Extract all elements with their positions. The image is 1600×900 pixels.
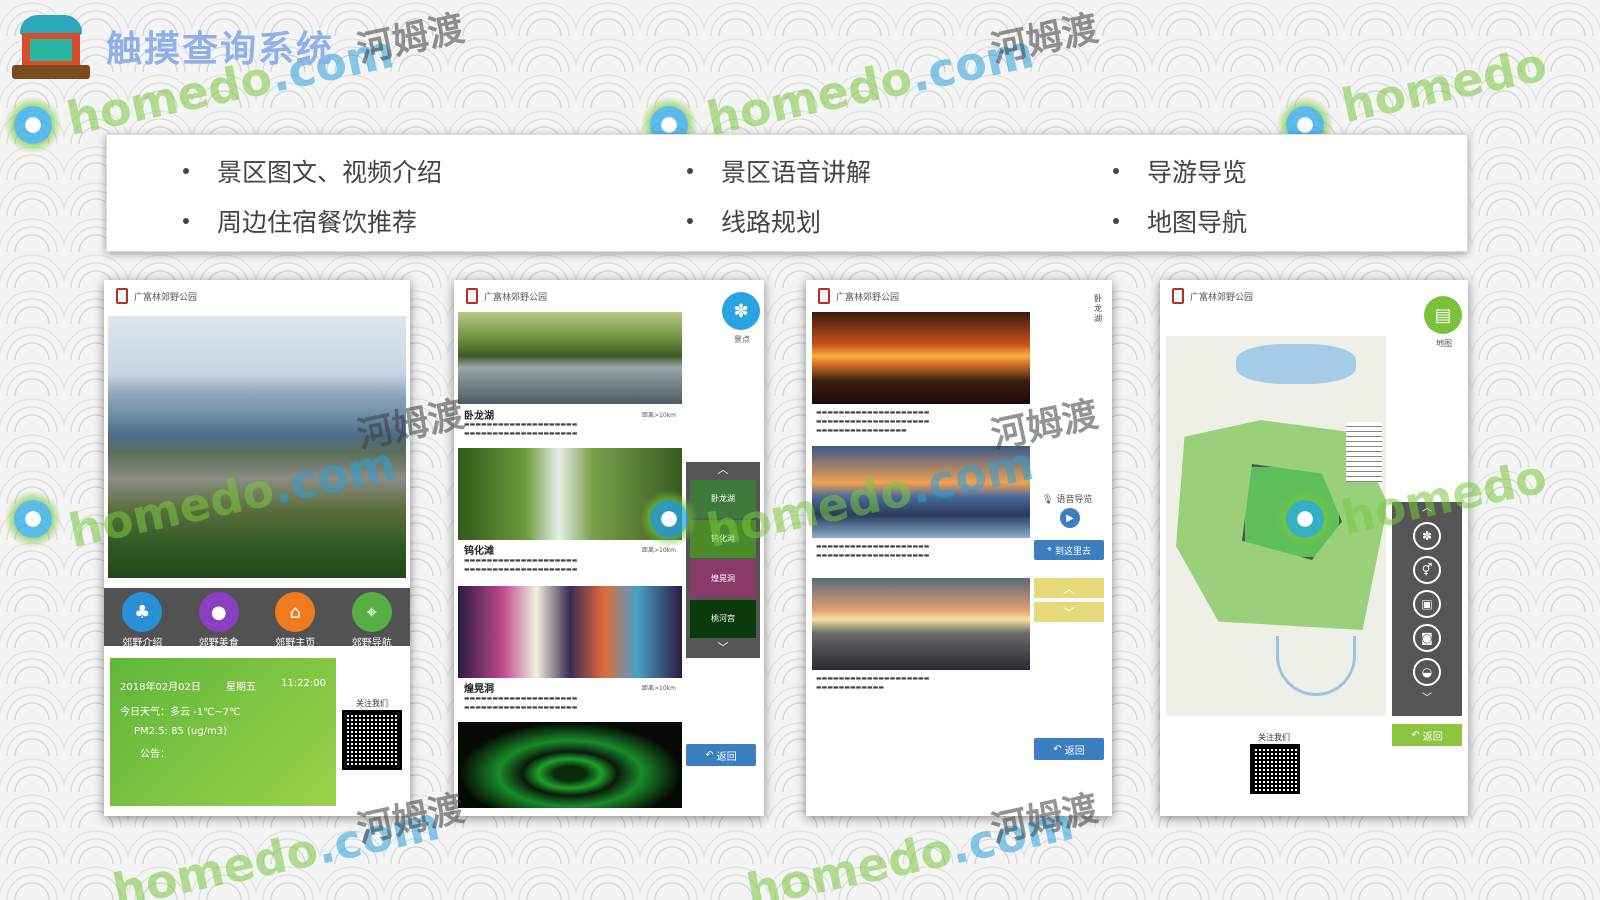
seal-icon (1172, 288, 1184, 304)
park-map[interactable] (1166, 336, 1386, 716)
return-arrow-icon: ↶ (1053, 743, 1065, 755)
chevron-up-icon: ︿ (1062, 581, 1075, 596)
thumb-item[interactable]: 钨化滩 (690, 520, 756, 558)
feature-item: 导游导览 (1113, 153, 1247, 189)
bullet-icon (687, 218, 693, 224)
chevron-down-icon: ﹀ (1062, 605, 1075, 620)
feature-item: 线路规划 (687, 203, 821, 239)
spot-photo-cave[interactable] (458, 586, 682, 678)
hero-photo[interactable] (108, 316, 406, 578)
map-river (1276, 636, 1356, 696)
back-button[interactable]: ↶ 返回 (1392, 724, 1462, 746)
screen-home: 广富林郊野公园 ♣ 郊野介绍 ● 郊野美食 ⌂ 郊野主页 ⌖ 郊野导航 2018年02月… (104, 280, 410, 816)
parking-icon[interactable]: ◙ (1413, 624, 1441, 652)
map-legend (1346, 422, 1382, 482)
app-logo (8, 11, 94, 81)
scenic-spot-icon[interactable]: ✽ (722, 292, 760, 330)
thumb-item[interactable]: 卧龙湖 (690, 480, 756, 518)
restroom-icon[interactable]: ⚥ (1413, 556, 1441, 584)
seal-icon (116, 288, 128, 304)
bullet-icon (183, 218, 189, 224)
park-header: 广富林郊野公园 (1172, 288, 1253, 304)
feature-list: 景区图文、视频介绍 景区语音讲解 导游导览 周边住宿餐饮推荐 线路规划 地图导航 (106, 134, 1468, 252)
feature-item: 周边住宿餐饮推荐 (183, 203, 417, 239)
bullet-icon (1113, 218, 1119, 224)
bullet-icon (687, 168, 693, 174)
chevron-up-icon[interactable]: ︿ (1392, 502, 1462, 516)
park-header: 广富林郊野公园 (818, 288, 899, 304)
audio-photo-dusk[interactable] (812, 578, 1030, 670)
spot-description: ▬▬▬▬▬▬▬▬▬▬▬▬▬▬▬▬▬▬▬▬ ▬▬▬▬▬▬▬▬▬▬▬▬▬▬▬▬▬▬▬▬ (464, 557, 578, 573)
thumb-item[interactable]: 桃河宫 (690, 600, 756, 638)
spot-scroller: ︿ 卧龙湖 钨化滩 煌晃洞 桃河宫 ﹀ (686, 462, 760, 658)
spot-description: ▬▬▬▬▬▬▬▬▬▬▬▬▬▬▬▬▬▬▬▬ ▬▬▬▬▬▬▬▬▬▬▬▬▬▬▬▬▬▬▬▬ (464, 421, 578, 437)
nav-food[interactable]: ● 郊野美食 (184, 592, 254, 649)
watermark-cn: 河姆渡 (353, 8, 468, 71)
park-header: 广富林郊野公园 (466, 288, 547, 304)
watermark-flower (4, 490, 62, 548)
bullet-icon (1113, 168, 1119, 174)
map-category-bar: ︿ ✽ ⚥ ▣ ◙ ◒ ﹀ (1392, 502, 1462, 716)
nav-home[interactable]: ⌂ 郊野主页 (260, 592, 330, 649)
food-icon[interactable]: ◒ (1413, 658, 1441, 686)
return-arrow-icon: ↶ (1411, 729, 1423, 741)
audio-description: ▬▬▬▬▬▬▬▬▬▬▬▬▬▬▬▬▬▬▬▬ ▬▬▬▬▬▬▬▬▬▬▬▬▬▬▬▬▬▬▬▬… (816, 409, 930, 434)
thumb-item[interactable]: 煌晃洞 (690, 560, 756, 598)
spot-description: ▬▬▬▬▬▬▬▬▬▬▬▬▬▬▬▬▬▬▬▬ ▬▬▬▬▬▬▬▬▬▬▬▬▬▬▬▬▬▬▬▬ (464, 695, 578, 711)
watermark-flower (4, 96, 62, 154)
screen-audio: 广富林郊野公园 卧龙湖 ▬▬▬▬▬▬▬▬▬▬▬▬▬▬▬▬▬▬▬▬ ▬▬▬▬▬▬▬▬… (806, 280, 1112, 816)
nav-navigation[interactable]: ⌖ 郊野导航 (337, 592, 407, 649)
spot-photo-wuhuatan[interactable] (458, 448, 682, 540)
watermark-cn: 河姆渡 (987, 8, 1102, 71)
audio-description: ▬▬▬▬▬▬▬▬▬▬▬▬▬▬▬▬▬▬▬▬ ▬▬▬▬▬▬▬▬▬▬▬▬ (816, 675, 930, 691)
watermark-en: homedo (1336, 36, 1552, 134)
audio-photo-lake[interactable] (812, 446, 1030, 538)
pin-icon: ⌖ (1047, 545, 1055, 555)
park-header: 广富林郊野公园 (116, 288, 197, 304)
qr-code (342, 710, 402, 770)
map-icon[interactable]: ▤ (1424, 296, 1462, 334)
mic-icon: 🎙 (1042, 495, 1054, 505)
vertical-title: 卧龙湖 (1094, 294, 1102, 323)
qr-code (1250, 744, 1300, 794)
watermark-en: homedo.com (702, 24, 1039, 146)
spot-photo-tunnel[interactable] (458, 722, 682, 808)
chevron-down-icon[interactable]: ﹀ (1392, 692, 1462, 706)
nav-intro[interactable]: ♣ 郊野介绍 (107, 592, 177, 649)
home-icon: ⌂ (275, 592, 316, 632)
play-icon[interactable]: ▶ (1060, 508, 1080, 528)
audio-description: ▬▬▬▬▬▬▬▬▬▬▬▬▬▬▬▬▬▬▬▬ ▬▬▬▬▬▬▬▬▬▬▬▬▬▬▬▬▬▬▬▬ (816, 543, 930, 559)
bullet-icon (183, 168, 189, 174)
chevron-up-icon[interactable]: ︿ (686, 462, 760, 478)
back-button[interactable]: ↶ 返回 (686, 744, 756, 766)
scenic-icon[interactable]: ✽ (1413, 522, 1441, 550)
screen-scenic: 广富林郊野公园 ✽ 景点 卧龙湖 距离>10km ▬▬▬▬▬▬▬▬▬▬▬▬▬▬▬… (454, 280, 764, 816)
seal-icon (818, 288, 830, 304)
scroll-up-button[interactable]: ︿ (1034, 578, 1104, 598)
app-title: 触摸查询系统 (106, 29, 335, 70)
info-panel: 2018年02月02日 星期五 11:22:00 今日天气：多云 -1℃~7℃ PM… (110, 658, 336, 806)
screen-map: 广富林郊野公园 ▤ 地图 ︿ ✽ ⚥ ▣ ◙ ◒ ﹀ ↶ 返回 关注我们 (1160, 280, 1468, 816)
scroll-down-button[interactable]: ﹀ (1034, 602, 1104, 622)
food-icon: ● (198, 592, 239, 632)
feature-item: 景区图文、视频介绍 (183, 153, 442, 189)
map-lake (1236, 344, 1356, 384)
trees-icon: ♣ (122, 592, 163, 632)
feature-item: 景区语音讲解 (687, 153, 871, 189)
spot-photo-wolonghu[interactable] (458, 312, 682, 404)
nearby-button[interactable]: ⌖ 到这里去 (1034, 540, 1104, 560)
back-button[interactable]: ↶ 返回 (1034, 738, 1104, 760)
app-header: 触摸查询系统 (8, 8, 334, 84)
return-arrow-icon: ↶ (705, 749, 717, 761)
home-nav: ♣ 郊野介绍 ● 郊野美食 ⌂ 郊野主页 ⌖ 郊野导航 (104, 588, 410, 649)
location-icon: ⌖ (351, 592, 392, 632)
chevron-down-icon[interactable]: ﹀ (686, 640, 760, 656)
audio-label: 🎙 语音导览 (1042, 495, 1093, 505)
feature-item: 地图导航 (1113, 203, 1247, 239)
audio-photo-sunset[interactable] (812, 312, 1030, 404)
bus-icon[interactable]: ▣ (1413, 590, 1441, 618)
seal-icon (466, 288, 478, 304)
